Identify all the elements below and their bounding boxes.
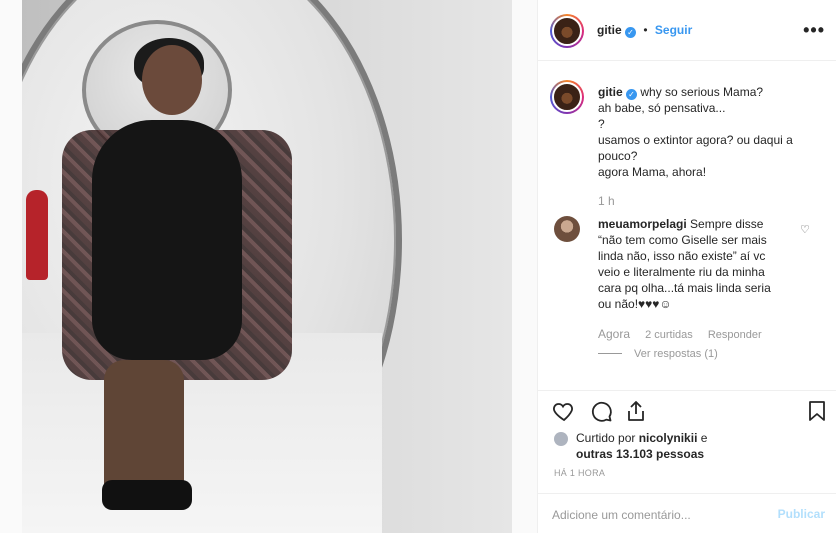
likes-mid: e bbox=[700, 431, 708, 445]
comment-time[interactable]: Agora bbox=[598, 327, 630, 341]
header-avatar-image bbox=[552, 16, 582, 46]
header-avatar[interactable] bbox=[550, 14, 584, 48]
header-user-line: gitie ✓ • Seguir bbox=[597, 23, 692, 38]
action-bar bbox=[538, 390, 836, 430]
caption-line-2: ah babe, só pensativa... bbox=[598, 101, 726, 115]
likes-prefix: Curtido por bbox=[576, 431, 636, 445]
caption-avatar[interactable] bbox=[550, 80, 584, 114]
comments-area[interactable]: gitie ✓ why so serious Mama? ah babe, só… bbox=[538, 72, 836, 384]
post-photo[interactable] bbox=[22, 0, 512, 533]
caption-line-3: ? bbox=[598, 117, 605, 131]
photo-extinguisher bbox=[26, 190, 48, 280]
more-icon[interactable]: ••• bbox=[803, 20, 825, 41]
comment-avatar[interactable] bbox=[554, 216, 580, 242]
comment-likes[interactable]: 2 curtidas bbox=[645, 329, 693, 341]
comment-input[interactable] bbox=[552, 506, 752, 524]
view-replies-label: Ver respostas (1) bbox=[634, 348, 718, 360]
comment-line-3: linda não, isso não existe” aí vc bbox=[598, 249, 766, 263]
heart-icon[interactable] bbox=[552, 399, 576, 423]
share-icon[interactable] bbox=[624, 399, 648, 423]
verified-icon: ✓ bbox=[625, 27, 637, 38]
comment-reply-button[interactable]: Responder bbox=[708, 329, 762, 341]
comment-like-heart-icon[interactable]: ♡ bbox=[800, 223, 810, 236]
comment-text: meuamorpelagi Sempre disse “não tem como… bbox=[598, 216, 798, 312]
comment-line-4: veio e literalmente riu da minha bbox=[598, 265, 765, 279]
photo-head bbox=[142, 45, 202, 115]
caption-avatar-image bbox=[552, 82, 582, 112]
likes-text: Curtido por nicolynikii e outras 13.103 … bbox=[576, 430, 831, 462]
comment-line-5: cara pq olha...tá mais linda seria bbox=[598, 281, 771, 295]
caption-line-6: agora Mama, ahora! bbox=[598, 165, 707, 179]
caption-username[interactable]: gitie bbox=[598, 85, 623, 99]
comment-meta: Agora 2 curtidas Responder bbox=[598, 327, 774, 341]
caption-verified-icon: ✓ bbox=[626, 89, 638, 100]
likes-others[interactable]: outras 13.103 pessoas bbox=[576, 447, 704, 461]
replies-dash bbox=[598, 353, 622, 354]
post-header: gitie ✓ • Seguir ••• bbox=[538, 0, 836, 61]
comment-username[interactable]: meuamorpelagi bbox=[598, 217, 687, 231]
likes-user[interactable]: nicolynikii bbox=[639, 431, 698, 445]
header-separator: • bbox=[643, 23, 648, 37]
photo-dress bbox=[92, 120, 242, 360]
comment-line-1: Sempre disse bbox=[690, 217, 764, 231]
follow-button[interactable]: Seguir bbox=[655, 23, 692, 37]
post-side-panel: gitie ✓ • Seguir ••• gitie ✓ why so seri… bbox=[537, 0, 836, 533]
comment-line-2: “não tem como Giselle ser mais bbox=[598, 233, 767, 247]
caption: gitie ✓ why so serious Mama? ah babe, só… bbox=[598, 84, 828, 180]
header-username[interactable]: gitie bbox=[597, 23, 622, 37]
post-time[interactable]: HÁ 1 HORA bbox=[554, 468, 605, 478]
photo-shoes bbox=[102, 480, 192, 510]
caption-line-5: pouco? bbox=[598, 149, 638, 163]
likes-avatar[interactable] bbox=[554, 432, 568, 446]
view-replies[interactable]: Ver respostas (1) bbox=[598, 348, 718, 360]
caption-line-4: usamos o extintor agora? ou daqui a bbox=[598, 133, 793, 147]
comment-line-6: ou não!♥♥♥☺ bbox=[598, 297, 672, 311]
caption-time[interactable]: 1 h bbox=[598, 194, 615, 208]
publish-button[interactable]: Publicar bbox=[778, 507, 825, 521]
comment-icon[interactable] bbox=[589, 399, 613, 423]
caption-line-1: why so serious Mama? bbox=[640, 85, 764, 99]
comment-box: Publicar bbox=[538, 493, 836, 533]
bookmark-icon[interactable] bbox=[805, 399, 829, 423]
